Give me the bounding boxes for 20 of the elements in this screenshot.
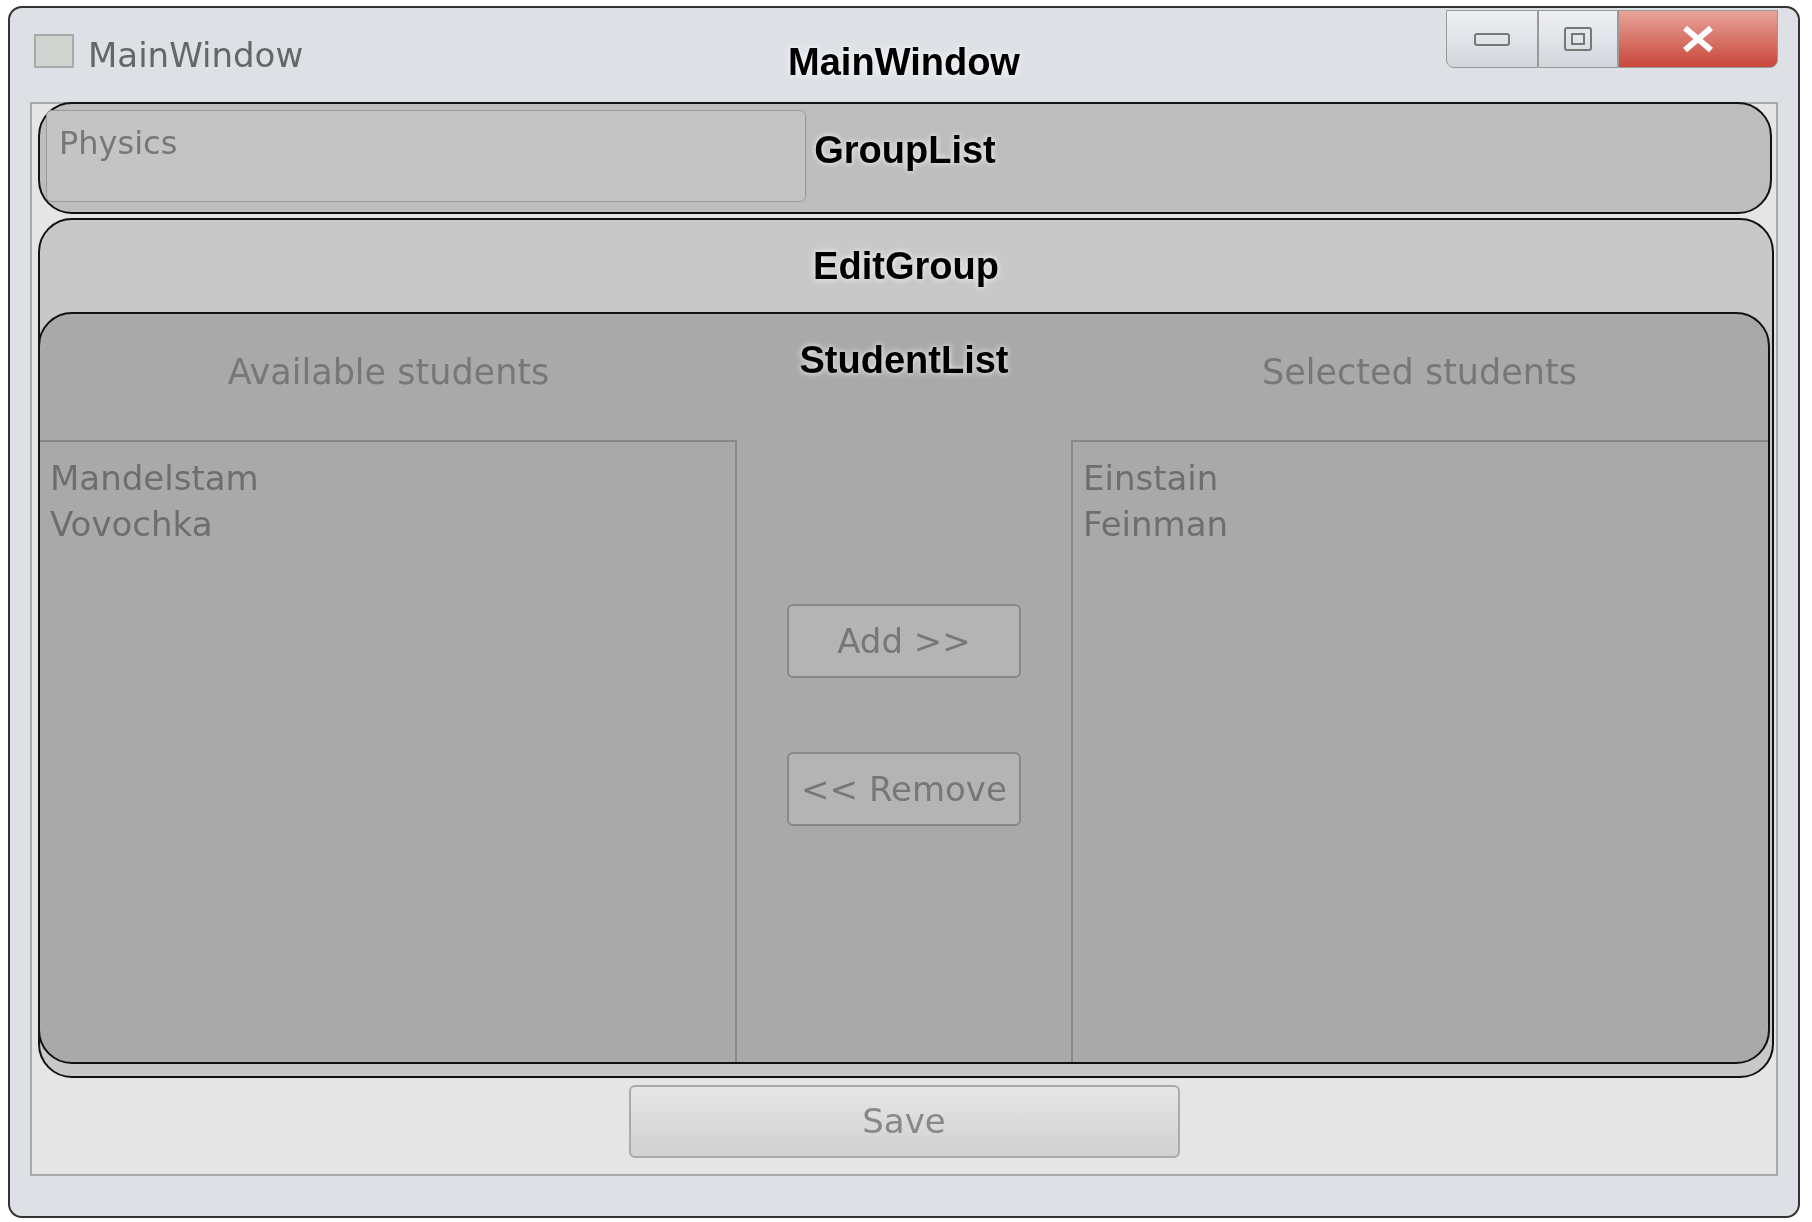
maximize-button[interactable] [1538, 10, 1618, 68]
list-item[interactable]: Einstain [1083, 456, 1219, 502]
minimize-button[interactable] [1446, 10, 1538, 68]
overlay-label: GroupList [814, 128, 996, 173]
overlay-label: StudentList [799, 338, 1009, 383]
overlay-label: EditGroup [813, 244, 999, 289]
list-item[interactable]: Mandelstam [50, 456, 259, 502]
save-button[interactable]: Save [628, 1085, 1180, 1158]
list-item[interactable]: Vovochka [50, 501, 213, 548]
close-button[interactable] [1618, 10, 1778, 68]
app-icon [34, 34, 74, 68]
close-icon [1682, 25, 1714, 53]
add-button[interactable]: Add >> [787, 604, 1021, 678]
maximize-icon [1563, 26, 1593, 52]
window-title: MainWindow [88, 34, 304, 77]
remove-button[interactable]: << Remove [787, 752, 1021, 826]
minimize-icon [1474, 31, 1510, 47]
list-item[interactable]: Feinman [1083, 501, 1229, 548]
overlay-label: MainWindow [788, 40, 1020, 85]
group-dropdown[interactable]: Physics [46, 110, 806, 202]
